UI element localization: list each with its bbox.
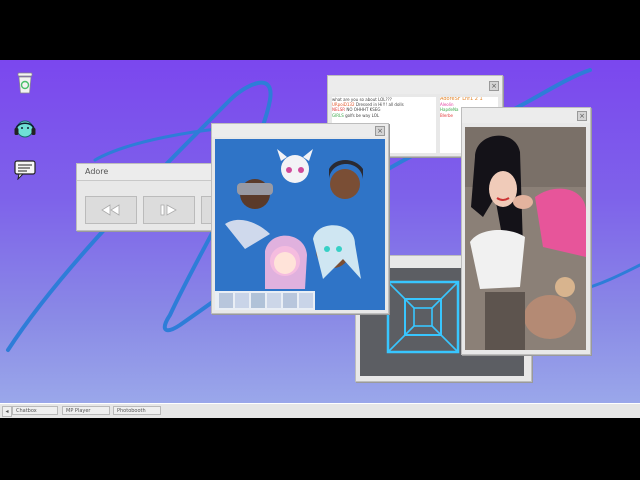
start-button[interactable]: ◂	[2, 406, 12, 417]
rewind-icon	[101, 204, 120, 216]
task-mp-player[interactable]: MP Player	[62, 406, 110, 415]
avatar-photo	[215, 139, 385, 310]
desktop: Adore × what are you so about LOL??? URp…	[0, 60, 640, 403]
player-title: Adore	[85, 167, 109, 176]
photo-titlebar[interactable]: ×	[212, 124, 388, 137]
music-player-window[interactable]: Adore	[76, 163, 233, 231]
chat-titlebar[interactable]: ×	[328, 76, 502, 94]
task-chatbox[interactable]: Chatbox	[12, 406, 58, 415]
rewind-button[interactable]	[85, 196, 137, 224]
player-titlebar[interactable]: Adore	[77, 164, 227, 181]
chat-app-icon[interactable]	[12, 156, 38, 182]
close-icon[interactable]: ×	[375, 126, 385, 136]
taskbar: ◂ Chatbox MP Player Photobooth	[0, 403, 640, 418]
play-pause-icon	[160, 204, 177, 216]
close-icon[interactable]: ×	[577, 111, 587, 121]
avatar-photo-window[interactable]: ×	[211, 123, 389, 314]
recycle-bin-icon[interactable]	[12, 70, 38, 96]
selfie-photo	[465, 127, 586, 350]
headphones-app-icon[interactable]	[12, 116, 38, 142]
play-button[interactable]	[143, 196, 195, 224]
close-icon[interactable]: ×	[489, 81, 499, 91]
selfie-photo-window[interactable]: ×	[461, 107, 591, 355]
chat-message: GIRLS golfs be way LOL	[332, 112, 380, 118]
task-photobooth[interactable]: Photobooth	[113, 406, 161, 415]
selfie-titlebar[interactable]: ×	[462, 108, 590, 123]
